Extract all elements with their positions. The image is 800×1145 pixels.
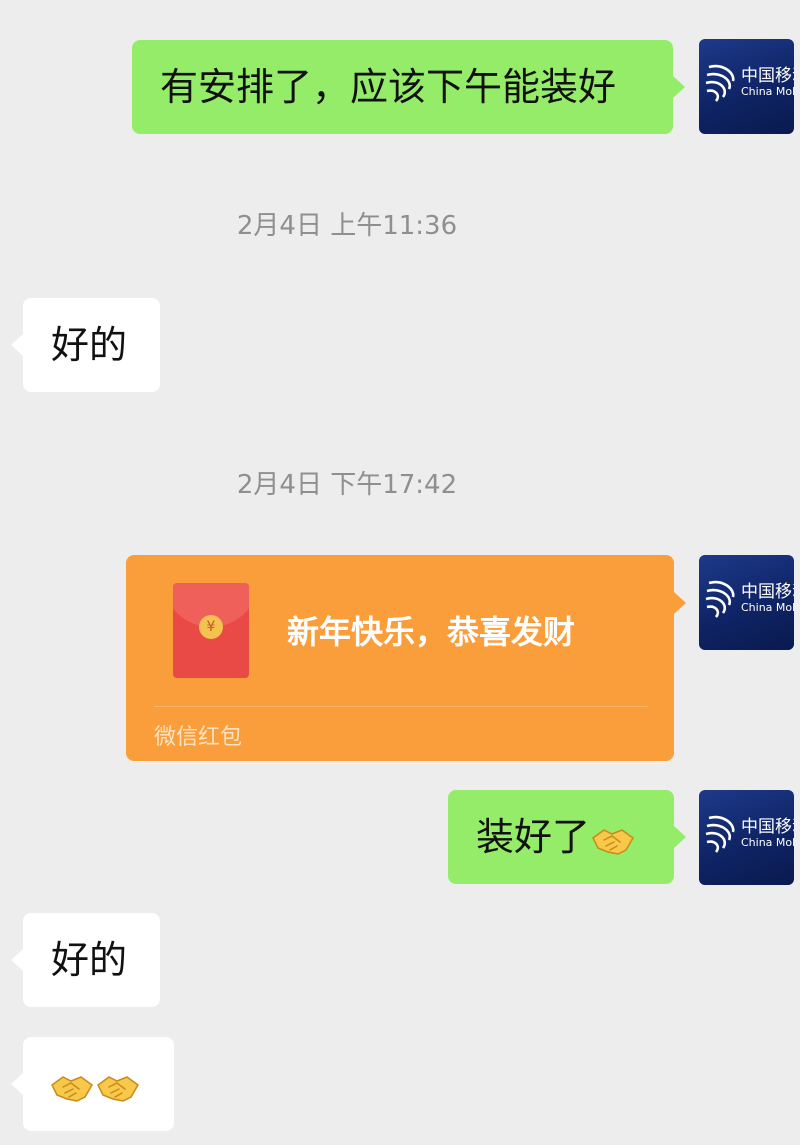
avatar-brand-en: China Mobile [741, 836, 794, 849]
avatar-brand-en: China Mobile [741, 601, 794, 614]
avatar[interactable]: 中国移动 China Mobile [699, 555, 794, 650]
message-bubble[interactable] [23, 1037, 174, 1131]
message-bubble[interactable]: 有安排了，应该下午能装好 [132, 40, 673, 134]
message-text: 装好了 [476, 815, 591, 859]
avatar[interactable]: 中国移动 China Mobile [699, 39, 794, 134]
message-bubble[interactable]: 装好了 [448, 790, 674, 884]
red-packet-card[interactable]: ¥ 新年快乐，恭喜发财 微信红包 [126, 555, 674, 761]
red-packet-label: 微信红包 [154, 725, 243, 750]
china-mobile-logo-icon [705, 815, 735, 853]
handshake-emoji-icon [592, 828, 635, 855]
message-row-sent: 有安排了，应该下午能装好 中国移动 China Mobile [0, 0, 800, 140]
timestamp: 2月4日 下午17:42 [236, 470, 458, 500]
avatar-brand-cn: 中国移动 [741, 817, 794, 837]
china-mobile-logo-icon [705, 64, 735, 102]
handshake-emoji-icon [51, 1075, 93, 1102]
red-packet-title: 新年快乐，恭喜发财 [287, 613, 576, 651]
bubble-tail [11, 949, 23, 971]
bubble-tail [673, 76, 685, 98]
message-bubble[interactable]: 好的 [23, 298, 160, 392]
message-bubble[interactable]: 好的 [23, 913, 160, 1007]
message-text: 好的 [51, 938, 128, 982]
bubble-tail [674, 592, 686, 614]
avatar[interactable]: 中国移动 China Mobile [699, 790, 794, 885]
red-envelope-icon: ¥ [173, 583, 249, 678]
message-text: 有安排了，应该下午能装好 [160, 65, 617, 109]
handshake-emoji-icon [97, 1075, 139, 1102]
bubble-tail [674, 826, 686, 848]
timestamp: 2月4日 上午11:36 [236, 211, 458, 241]
bubble-tail [11, 1073, 23, 1095]
avatar-brand-cn: 中国移动 [741, 582, 794, 602]
china-mobile-logo-icon [705, 580, 735, 618]
divider [154, 706, 648, 707]
avatar-brand-en: China Mobile [741, 85, 794, 98]
avatar-brand-cn: 中国移动 [741, 66, 794, 86]
bubble-tail [11, 334, 23, 356]
coin-icon: ¥ [199, 615, 223, 639]
message-text: 好的 [51, 323, 128, 367]
